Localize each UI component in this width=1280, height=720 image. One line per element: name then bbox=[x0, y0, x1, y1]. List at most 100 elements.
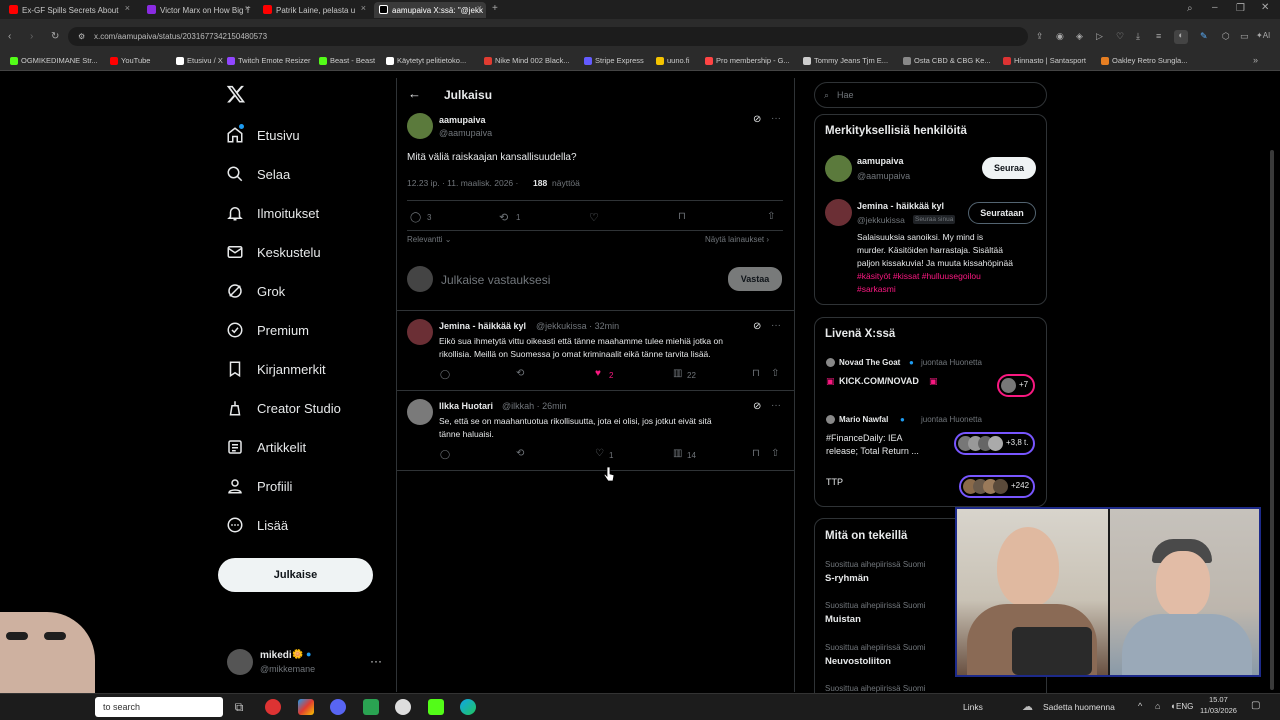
bookmark-icon[interactable]: ⊓ bbox=[752, 448, 760, 459]
share-icon[interactable]: ⇧ bbox=[771, 448, 779, 459]
show-quotes-link[interactable]: Näytä lainaukset › bbox=[705, 235, 769, 244]
close-window-icon[interactable]: ✕ bbox=[1261, 2, 1269, 13]
live-listeners-badge[interactable]: +3,8 t. bbox=[954, 432, 1035, 455]
following-button[interactable]: Seurataan bbox=[968, 202, 1036, 224]
bookmark-item[interactable]: Twitch Emote Resizer bbox=[227, 56, 311, 65]
ai-icon[interactable]: ✦AI bbox=[1256, 31, 1270, 40]
clock-time[interactable]: 15.07 bbox=[1209, 695, 1228, 704]
reply-icon[interactable]: ◯ bbox=[440, 369, 450, 380]
new-tab-icon[interactable]: + bbox=[492, 3, 498, 14]
nav-creator-studio[interactable]: Creator Studio bbox=[226, 395, 341, 421]
bookmark-item[interactable]: Tommy Jeans Tjm E... bbox=[803, 56, 888, 65]
reply-button[interactable]: Vastaa bbox=[728, 267, 782, 291]
like-icon[interactable]: ♡ bbox=[589, 211, 599, 224]
more-options-icon[interactable]: ··· bbox=[771, 113, 781, 124]
edge-icon[interactable] bbox=[460, 699, 476, 715]
sidebar-icon[interactable]: ▭ bbox=[1240, 31, 1249, 42]
reply-author-name[interactable]: Ilkka Huotari bbox=[439, 401, 493, 411]
notification-center-icon[interactable]: ▢ bbox=[1251, 700, 1260, 711]
nav-grok[interactable]: Grok bbox=[226, 278, 285, 304]
reply-input[interactable]: Julkaise vastauksesi bbox=[441, 273, 550, 287]
close-icon[interactable]: × bbox=[125, 3, 130, 13]
browser-tab-1[interactable]: Ex-GF Spills Secrets About × bbox=[4, 2, 134, 18]
live-host[interactable]: Novad The Goat bbox=[839, 358, 900, 367]
network-icon[interactable]: ⌂ bbox=[1155, 701, 1160, 711]
clock-date[interactable]: 11/03/2026 bbox=[1200, 706, 1237, 715]
forward-icon[interactable]: › bbox=[30, 31, 33, 42]
live-title-line-1[interactable]: KICK.COM/NOVAD bbox=[839, 376, 919, 386]
close-icon[interactable]: × bbox=[245, 3, 250, 13]
close-icon[interactable]: × bbox=[477, 3, 482, 13]
person-name[interactable]: aamupaiva bbox=[857, 156, 904, 166]
post-author-name[interactable]: aamupaiva bbox=[439, 115, 486, 125]
share-icon[interactable]: ⇧ bbox=[767, 211, 775, 222]
nav-bookmarks[interactable]: Kirjanmerkit bbox=[226, 356, 326, 382]
task-view-icon[interactable]: ⧉ bbox=[231, 699, 247, 715]
account-avatar[interactable] bbox=[227, 649, 253, 675]
camera-icon[interactable]: ◉ bbox=[1056, 31, 1064, 42]
sort-dropdown[interactable]: Relevantti ⌄ bbox=[407, 235, 452, 244]
language-indicator[interactable]: ENG bbox=[1176, 702, 1193, 711]
minimize-icon[interactable]: – bbox=[1212, 2, 1218, 13]
account-menu-icon[interactable]: ··· bbox=[370, 654, 382, 668]
bookmark-item[interactable]: Hinnasto | Santasport bbox=[1003, 56, 1086, 65]
bookmark-item[interactable]: Etusivu / X bbox=[176, 56, 223, 65]
person-name[interactable]: Jemina - häikkää kyl bbox=[857, 201, 944, 211]
grok-icon[interactable]: ⊘ bbox=[753, 114, 761, 125]
kick-icon[interactable] bbox=[428, 699, 444, 715]
browser-tab-2[interactable]: Victor Marx on How Big T × bbox=[142, 2, 254, 18]
play-icon[interactable]: ▷ bbox=[1096, 31, 1103, 42]
nav-messages[interactable]: Keskustelu bbox=[226, 239, 321, 265]
more-options-icon[interactable]: ··· bbox=[771, 400, 781, 411]
repost-icon[interactable]: ⟲ bbox=[499, 211, 508, 224]
back-icon[interactable]: ‹ bbox=[8, 31, 11, 42]
follow-button[interactable]: Seuraa bbox=[982, 157, 1036, 179]
cube-icon[interactable]: ⬡ bbox=[1222, 31, 1230, 42]
site-settings-icon[interactable]: ⚙ bbox=[78, 27, 85, 46]
trend-name[interactable]: Neuvostoliiton bbox=[825, 656, 891, 667]
taskbar-search-input[interactable]: to search bbox=[95, 697, 223, 717]
analytics-icon[interactable]: ▥ bbox=[673, 448, 682, 459]
reply-author-name[interactable]: Jemina - häikkää kyl bbox=[439, 321, 526, 331]
grok-icon[interactable]: ⊘ bbox=[753, 401, 761, 412]
trend-name[interactable]: S-ryhmän bbox=[825, 573, 869, 584]
post-time[interactable]: 12.23 ip. · 11. maalisk. 2026 · bbox=[407, 178, 518, 188]
extension-icon[interactable]: ✎ bbox=[1200, 31, 1208, 42]
bookmark-icon[interactable]: ⊓ bbox=[752, 368, 760, 379]
live-listeners-badge[interactable]: +242 bbox=[959, 475, 1035, 498]
browser-tab-3[interactable]: Patrik Laine, pelasta u × bbox=[258, 2, 370, 18]
weather-text[interactable]: Sadetta huomenna bbox=[1043, 702, 1115, 712]
live-listeners-badge[interactable]: +7 bbox=[997, 374, 1035, 397]
nav-premium[interactable]: Premium bbox=[226, 317, 309, 343]
reply-author-avatar[interactable] bbox=[407, 399, 433, 425]
address-bar[interactable]: ⚙ x.com/aamupaiva/status/2031677342150480… bbox=[68, 27, 1028, 46]
post-author-handle[interactable]: @aamupaiva bbox=[439, 128, 492, 138]
person-bio-hashtags-2[interactable]: #sarkasmi bbox=[857, 284, 896, 294]
bookmark-item[interactable]: uuno.fi bbox=[656, 56, 690, 65]
bookmark-item[interactable]: Nike Mind 002 Black... bbox=[484, 56, 570, 65]
trend-name[interactable]: Muistan bbox=[825, 614, 861, 625]
grok-icon[interactable]: ⊘ bbox=[753, 321, 761, 332]
x-logo-icon[interactable] bbox=[226, 84, 246, 104]
bookmark-item[interactable]: YouTube bbox=[110, 56, 150, 65]
live-title-line-1[interactable]: TTP bbox=[826, 477, 843, 487]
green-app-icon[interactable] bbox=[363, 699, 379, 715]
nav-home[interactable]: Etusivu bbox=[226, 122, 300, 148]
bookmark-icon[interactable]: ⊓ bbox=[678, 211, 686, 222]
person-avatar[interactable] bbox=[825, 155, 852, 182]
heart-icon[interactable]: ♡ bbox=[1116, 31, 1124, 42]
close-icon[interactable]: × bbox=[361, 3, 366, 13]
live-title-line-2[interactable]: release; Total Return ... bbox=[826, 446, 919, 456]
reply-icon[interactable]: ◯ bbox=[440, 449, 450, 460]
bookmark-item[interactable]: Oakley Retro Sungla... bbox=[1101, 56, 1187, 65]
like-filled-icon[interactable]: ♥ bbox=[595, 368, 601, 379]
reply-author-avatar[interactable] bbox=[407, 319, 433, 345]
repost-icon[interactable]: ⟲ bbox=[516, 448, 524, 459]
post-button[interactable]: Julkaise bbox=[218, 558, 373, 592]
live-title-line-1[interactable]: #FinanceDaily: IEA bbox=[826, 433, 903, 443]
search-input[interactable]: ⌕ Hae bbox=[814, 82, 1047, 108]
reply-icon[interactable]: ◯ bbox=[410, 212, 421, 223]
tray-overflow-icon[interactable]: ^ bbox=[1138, 701, 1142, 711]
nav-profile[interactable]: Profiili bbox=[226, 473, 292, 499]
search-tabs-icon[interactable]: ⌕ bbox=[1187, 3, 1193, 14]
